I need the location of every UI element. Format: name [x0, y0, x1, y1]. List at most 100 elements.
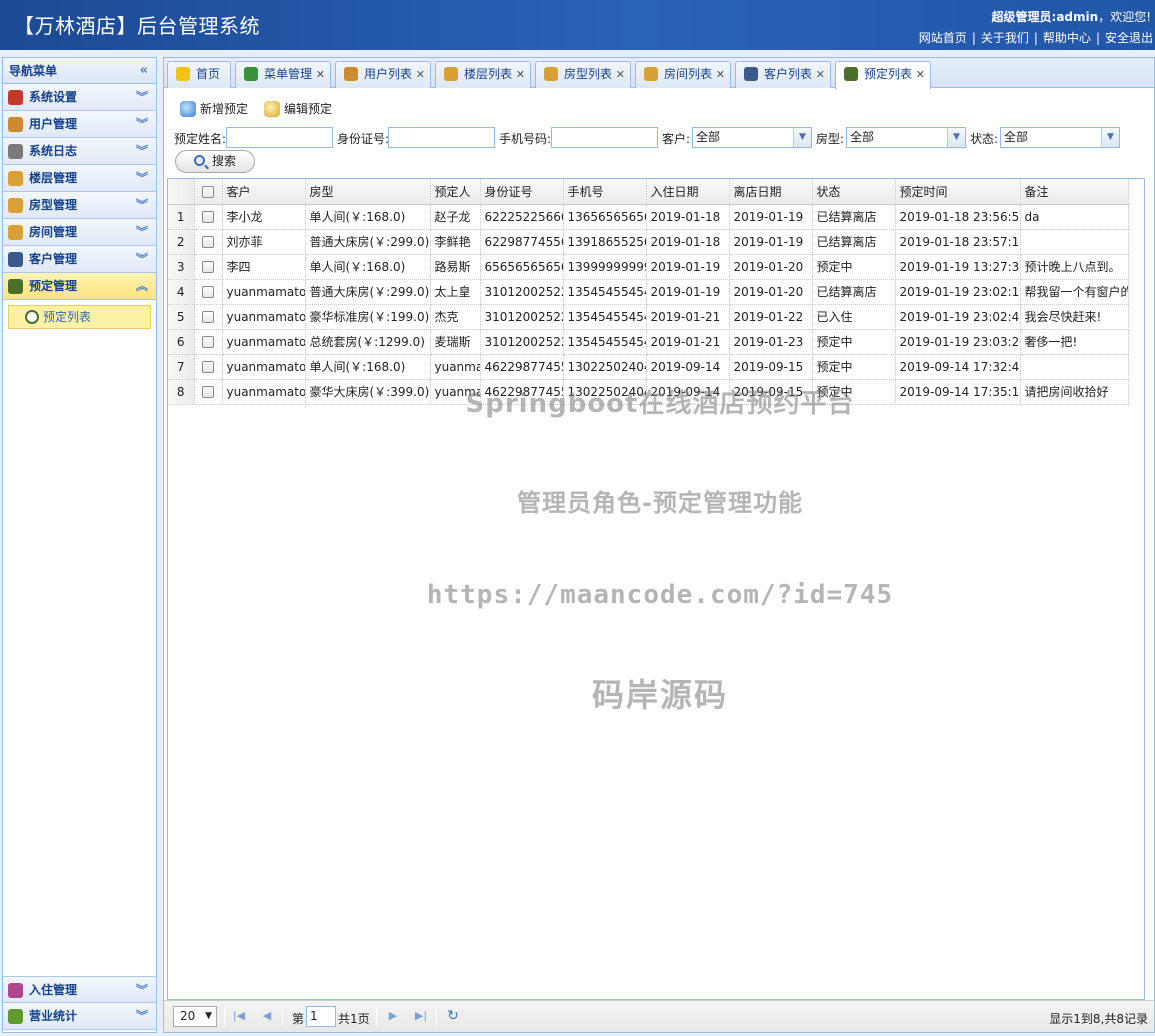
row-select-cell[interactable] — [194, 204, 223, 230]
row-select-cell[interactable] — [194, 354, 223, 380]
chevron-down-icon[interactable]: ︾ — [136, 84, 148, 110]
sidebar-subitem-booking-list[interactable]: 预定列表 — [8, 305, 151, 329]
prev-page-icon[interactable]: ◀ — [260, 1009, 274, 1023]
first-page-icon[interactable]: |◀ — [232, 1009, 246, 1023]
sidebar-item-4[interactable]: 房型管理 ︾ — [3, 192, 156, 219]
column-header[interactable]: 预定时间 — [895, 179, 1021, 205]
sidebar-item-2[interactable]: 系统日志 ︾ — [3, 138, 156, 165]
close-icon[interactable]: ✕ — [516, 62, 525, 87]
tab-6[interactable]: 客户列表 ✕ — [735, 61, 831, 88]
link-about[interactable]: 关于我们 — [981, 31, 1029, 45]
column-header[interactable]: 身份证号 — [480, 179, 564, 205]
select-all-checkbox[interactable] — [202, 185, 214, 198]
table-row[interactable]: 2 刘亦菲 普通大床房(￥:299.0) 李鲜艳 62298774556 13918655… — [168, 229, 1129, 255]
chevron-down-icon[interactable]: ︾ — [136, 977, 148, 1003]
row-select-cell[interactable] — [194, 279, 223, 305]
close-icon[interactable]: ✕ — [316, 62, 325, 87]
table-row[interactable]: 6 yuanmamatou总统套房(￥:1299.0)麦瑞斯31012002522… — [168, 329, 1129, 355]
sidebar-item-6[interactable]: 客户管理 ︾ — [3, 246, 156, 273]
column-header[interactable]: 预定人 — [430, 179, 481, 205]
table-cell: 2019-01-19 23:02:16 — [895, 279, 1021, 305]
chevron-down-icon[interactable]: ︾ — [136, 192, 148, 218]
sidebar-item-7[interactable]: 预定管理 ︽ — [3, 273, 156, 300]
chevron-down-icon[interactable]: ︾ — [136, 1003, 148, 1029]
page-number-input[interactable]: 1 — [306, 1006, 336, 1027]
tab-2[interactable]: 用户列表 ✕ — [335, 61, 431, 88]
table-row[interactable]: 8 yuanmamatou豪华大床房(￥:399.0)yuanmama462298… — [168, 379, 1129, 405]
row-checkbox[interactable] — [202, 386, 214, 398]
filter-phone-input[interactable] — [551, 127, 658, 148]
chevron-down-icon: ▼ — [793, 128, 811, 147]
column-header[interactable]: 状态 — [812, 179, 896, 205]
chevron-down-icon[interactable]: ︾ — [136, 246, 148, 272]
filter-roomtype-select[interactable]: 全部 ▼ — [846, 127, 966, 148]
table-cell: 2019-09-14 17:32:49 — [895, 354, 1021, 380]
row-checkbox[interactable] — [202, 286, 214, 298]
chevron-down-icon[interactable]: ︾ — [136, 219, 148, 245]
column-header[interactable]: 手机号 — [563, 179, 647, 205]
close-icon[interactable]: ✕ — [916, 62, 925, 87]
table-row[interactable]: 1 李小龙 单人间(￥:168.0) 赵子龙 62225225666 1365656565… — [168, 204, 1129, 230]
sidebar-item-5[interactable]: 房间管理 ︾ — [3, 219, 156, 246]
link-site-home[interactable]: 网站首页 — [919, 31, 967, 45]
row-checkbox[interactable] — [202, 211, 214, 223]
link-logout[interactable]: 安全退出 — [1105, 31, 1153, 45]
row-checkbox[interactable] — [202, 261, 214, 273]
tab-1[interactable]: 菜单管理 ✕ — [235, 61, 331, 88]
close-icon[interactable]: ✕ — [716, 62, 725, 87]
close-icon[interactable]: ✕ — [816, 62, 825, 87]
row-checkbox[interactable] — [202, 336, 214, 348]
add-booking-button[interactable]: 新增预定 — [180, 98, 248, 120]
tab-3[interactable]: 楼层列表 ✕ — [435, 61, 531, 88]
row-select-cell[interactable] — [194, 254, 223, 280]
search-button[interactable]: 搜索 — [175, 150, 255, 173]
column-header[interactable]: 离店日期 — [729, 179, 813, 205]
page-size-select[interactable]: 20 ▼ — [173, 1006, 217, 1027]
row-select-cell[interactable] — [194, 304, 223, 330]
column-header[interactable]: 客户 — [222, 179, 306, 205]
refresh-icon[interactable]: ↻ — [446, 1009, 460, 1023]
filter-status-select[interactable]: 全部 ▼ — [1000, 127, 1120, 148]
row-checkbox[interactable] — [202, 236, 214, 248]
table-cell: 总统套房(￥:1299.0) — [305, 329, 431, 355]
filter-idcard-input[interactable] — [388, 127, 495, 148]
sidebar-item-3[interactable]: 楼层管理 ︾ — [3, 165, 156, 192]
chevron-up-icon[interactable]: ︽ — [136, 273, 148, 299]
sidebar-bottom-item-0[interactable]: 入住管理 ︾ — [3, 976, 156, 1003]
tab-7[interactable]: 预定列表 ✕ — [835, 61, 931, 89]
link-help[interactable]: 帮助中心 — [1043, 31, 1091, 45]
tab-0[interactable]: 首页 — [167, 61, 231, 88]
row-select-cell[interactable] — [194, 379, 223, 405]
row-checkbox[interactable] — [202, 311, 214, 323]
sidebar-item-1[interactable]: 用户管理 ︾ — [3, 111, 156, 138]
row-select-cell[interactable] — [194, 329, 223, 355]
chevron-down-icon[interactable]: ︾ — [136, 165, 148, 191]
row-select-cell[interactable] — [194, 229, 223, 255]
close-icon[interactable]: ✕ — [616, 62, 625, 87]
last-page-icon[interactable]: ▶| — [414, 1009, 428, 1023]
column-header[interactable]: 备注 — [1020, 179, 1129, 205]
sidebar-item-0[interactable]: 系统设置 ︾ — [3, 84, 156, 111]
close-icon[interactable]: ✕ — [416, 62, 425, 87]
sidebar-bottom-item-1[interactable]: 营业统计 ︾ — [3, 1003, 156, 1030]
filter-name-input[interactable] — [226, 127, 333, 148]
tab-5[interactable]: 房间列表 ✕ — [635, 61, 731, 88]
table-row[interactable]: 4 yuanmamatou普通大床房(￥:299.0)太上皇31012002522… — [168, 279, 1129, 305]
filter-customer-select[interactable]: 全部 ▼ — [692, 127, 812, 148]
tab-4[interactable]: 房型列表 ✕ — [535, 61, 631, 88]
table-cell: 13022502404 — [563, 379, 647, 405]
row-checkbox[interactable] — [202, 361, 214, 373]
next-page-icon[interactable]: ▶ — [386, 1009, 400, 1023]
chevron-down-icon[interactable]: ︾ — [136, 138, 148, 164]
tab-label: 菜单管理 — [264, 67, 313, 81]
edit-booking-button[interactable]: 编辑预定 — [264, 98, 332, 120]
table-row[interactable]: 7 yuanmamatou单人间(￥:168.0)yuanmama46229877… — [168, 354, 1129, 380]
table-row[interactable]: 3 李四 单人间(￥:168.0) 路易斯 65656565656 13999999999… — [168, 254, 1129, 280]
table-cell: 2019-01-18 — [646, 204, 730, 230]
header-select-all[interactable] — [194, 179, 223, 205]
chevron-down-icon[interactable]: ︾ — [136, 111, 148, 137]
column-header[interactable]: 房型 — [305, 179, 431, 205]
column-header[interactable]: 入住日期 — [646, 179, 730, 205]
table-row[interactable]: 5 yuanmamatou豪华标准房(￥:199.0)杰克310120025221… — [168, 304, 1129, 330]
collapse-sidebar-icon[interactable]: « — [140, 58, 148, 84]
